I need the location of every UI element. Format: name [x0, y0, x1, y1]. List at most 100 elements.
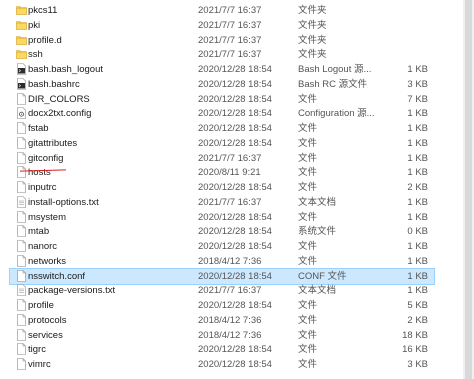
file-icon — [16, 166, 27, 179]
file-row[interactable]: nanorc 2020/12/28 18:54 文件 1 KB — [10, 239, 434, 254]
file-name: docx2txt.config — [28, 108, 92, 120]
file-modified-date: 2018/4/12 7:36 — [198, 329, 262, 341]
file-size: 16 KB — [402, 344, 428, 356]
file-name: mtab — [28, 226, 50, 238]
file-name: bash.bashrc — [28, 78, 80, 90]
file-row[interactable]: vimrc 2020/12/28 18:54 文件 3 KB — [10, 357, 434, 372]
file-row[interactable]: package-versions.txt 2021/7/7 16:37 文本文档 1 … — [10, 283, 434, 298]
file-type: 文件 — [298, 300, 318, 312]
file-row[interactable]: mtab 2020/12/28 18:54 系统文件 0 KB — [10, 224, 434, 239]
file-name: bash.bash_logout — [28, 64, 104, 76]
file-icon — [16, 328, 27, 341]
file-modified-date: 2021/7/7 16:37 — [198, 19, 262, 31]
file-row[interactable]: inputrc 2020/12/28 18:54 文件 2 KB — [10, 180, 434, 195]
file-modified-date: 2020/12/28 18:54 — [198, 78, 272, 90]
file-row[interactable]: pkcs11 2021/7/7 16:37 文件夹 — [10, 3, 434, 18]
file-row[interactable]: gitattributes 2020/12/28 18:54 文件 1 KB — [10, 136, 434, 151]
file-name: services — [28, 329, 63, 341]
folder-icon — [16, 19, 27, 31]
file-name: install-options.txt — [28, 196, 99, 208]
file-row[interactable]: profile 2020/12/28 18:54 文件 5 KB — [10, 298, 434, 313]
file-modified-date: 2021/7/7 16:37 — [198, 285, 262, 297]
file-size: 7 KB — [407, 93, 428, 105]
file-type: 文件 — [298, 255, 318, 267]
file-modified-date: 2018/4/12 7:36 — [198, 255, 262, 267]
file-size: 1 KB — [407, 211, 428, 223]
file-icon — [16, 314, 27, 326]
file-name: profile — [28, 300, 54, 312]
file-modified-date: 2021/7/7 16:37 — [198, 34, 262, 46]
file-type: 系统文件 — [298, 226, 337, 238]
file-icon — [16, 210, 27, 223]
file-modified-date: 2021/7/7 16:37 — [198, 152, 262, 164]
file-size: 1 KB — [407, 123, 428, 135]
file-name: msystem — [28, 211, 66, 223]
file-row[interactable]: DIR_COLORS 2020/12/28 18:54 文件 7 KB — [10, 92, 434, 107]
file-modified-date: 2020/12/28 18:54 — [198, 226, 272, 238]
file-row[interactable]: pki 2021/7/7 16:37 文件夹 — [10, 18, 434, 33]
file-type: 文件夹 — [298, 19, 327, 31]
file-type: 文件 — [298, 123, 318, 135]
file-icon — [16, 122, 27, 134]
file-modified-date: 2020/12/28 18:54 — [198, 359, 272, 371]
file-icon — [16, 299, 27, 311]
file-row[interactable]: protocols 2018/4/12 7:36 文件 2 KB — [10, 313, 434, 328]
file-row[interactable]: bash.bashrc 2020/12/28 18:54 Bash RC 源文件 3 … — [10, 77, 434, 92]
file-modified-date: 2020/12/28 18:54 — [198, 300, 272, 312]
file-icon — [16, 255, 27, 267]
file-row[interactable]: fstab 2020/12/28 18:54 文件 1 KB — [10, 121, 434, 136]
file-row[interactable]: ssh 2021/7/7 16:37 文件夹 — [10, 47, 434, 62]
file-size: 3 KB — [407, 78, 428, 90]
file-name: hosts — [28, 167, 51, 179]
file-row[interactable]: tigrc 2020/12/28 18:54 文件 16 KB — [10, 342, 434, 357]
file-size: 1 KB — [407, 64, 428, 76]
file-type: 文件 — [298, 211, 318, 223]
file-icon — [16, 151, 27, 164]
file-row[interactable]: services 2018/4/12 7:36 文件 18 KB — [10, 328, 434, 343]
file-modified-date: 2021/7/7 16:37 — [198, 196, 262, 208]
file-type: Bash RC 源文件 — [298, 78, 368, 90]
file-row[interactable]: bash.bash_logout 2020/12/28 18:54 Bash Log… — [10, 62, 434, 77]
file-modified-date: 2021/7/7 16:37 — [198, 5, 262, 16]
folder-icon — [16, 48, 27, 60]
file-size: 1 KB — [407, 167, 428, 179]
file-name: gitconfig — [28, 152, 64, 164]
scrollbar-thumb[interactable] — [465, 0, 472, 379]
file-row[interactable]: hosts 2020/8/11 9:21 文件 1 KB — [10, 165, 434, 180]
file-size: 2 KB — [407, 182, 428, 194]
file-modified-date: 2020/8/11 9:21 — [198, 167, 261, 179]
file-modified-date: 2020/12/28 18:54 — [198, 211, 272, 223]
file-row[interactable]: docx2txt.config 2020/12/28 18:54 Configura… — [10, 106, 434, 121]
vertical-scrollbar[interactable] — [463, 0, 474, 379]
file-modified-date: 2020/12/28 18:54 — [198, 93, 272, 105]
file-modified-date: 2020/12/28 18:54 — [198, 64, 272, 76]
file-row[interactable]: networks 2018/4/12 7:36 文件 1 KB — [10, 254, 434, 269]
file-type: 文件 — [298, 137, 318, 149]
file-name: fstab — [28, 123, 49, 135]
file-size: 1 KB — [407, 270, 428, 282]
file-icon — [16, 343, 27, 356]
file-type: 文件 — [298, 359, 318, 371]
file-name: vimrc — [28, 359, 51, 371]
file-row[interactable]: install-options.txt 2021/7/7 16:37 文本文档 1 K… — [10, 195, 434, 210]
file-name: pkcs11 — [28, 5, 58, 16]
file-size: 1 KB — [407, 152, 428, 164]
file-modified-date: 2020/12/28 18:54 — [198, 182, 272, 194]
file-name: DIR_COLORS — [28, 93, 90, 105]
file-size: 3 KB — [407, 359, 428, 371]
file-modified-date: 2020/12/28 18:54 — [198, 270, 272, 282]
file-icon — [16, 92, 27, 105]
config-file-icon — [16, 107, 27, 120]
file-modified-date: 2021/7/7 16:37 — [198, 49, 262, 61]
file-size: 1 KB — [407, 108, 428, 120]
file-row[interactable]: nsswitch.conf 2020/12/28 18:54 CONF 文件 1 KB — [9, 267, 435, 285]
file-type: 文件 — [298, 329, 318, 341]
file-type: 文件 — [298, 93, 318, 105]
file-row[interactable]: profile.d 2021/7/7 16:37 文件夹 — [10, 33, 434, 48]
file-icon — [16, 137, 27, 149]
file-row[interactable]: msystem 2020/12/28 18:54 文件 1 KB — [10, 210, 434, 225]
file-type: 文件 — [298, 314, 318, 326]
file-row[interactable]: gitconfig 2021/7/7 16:37 文件 1 KB — [10, 151, 434, 166]
file-list-pane: pkcs11 2021/7/7 16:37 文件夹 pki 2021/7/7 16:37… — [0, 0, 474, 379]
file-name: pki — [28, 19, 41, 31]
